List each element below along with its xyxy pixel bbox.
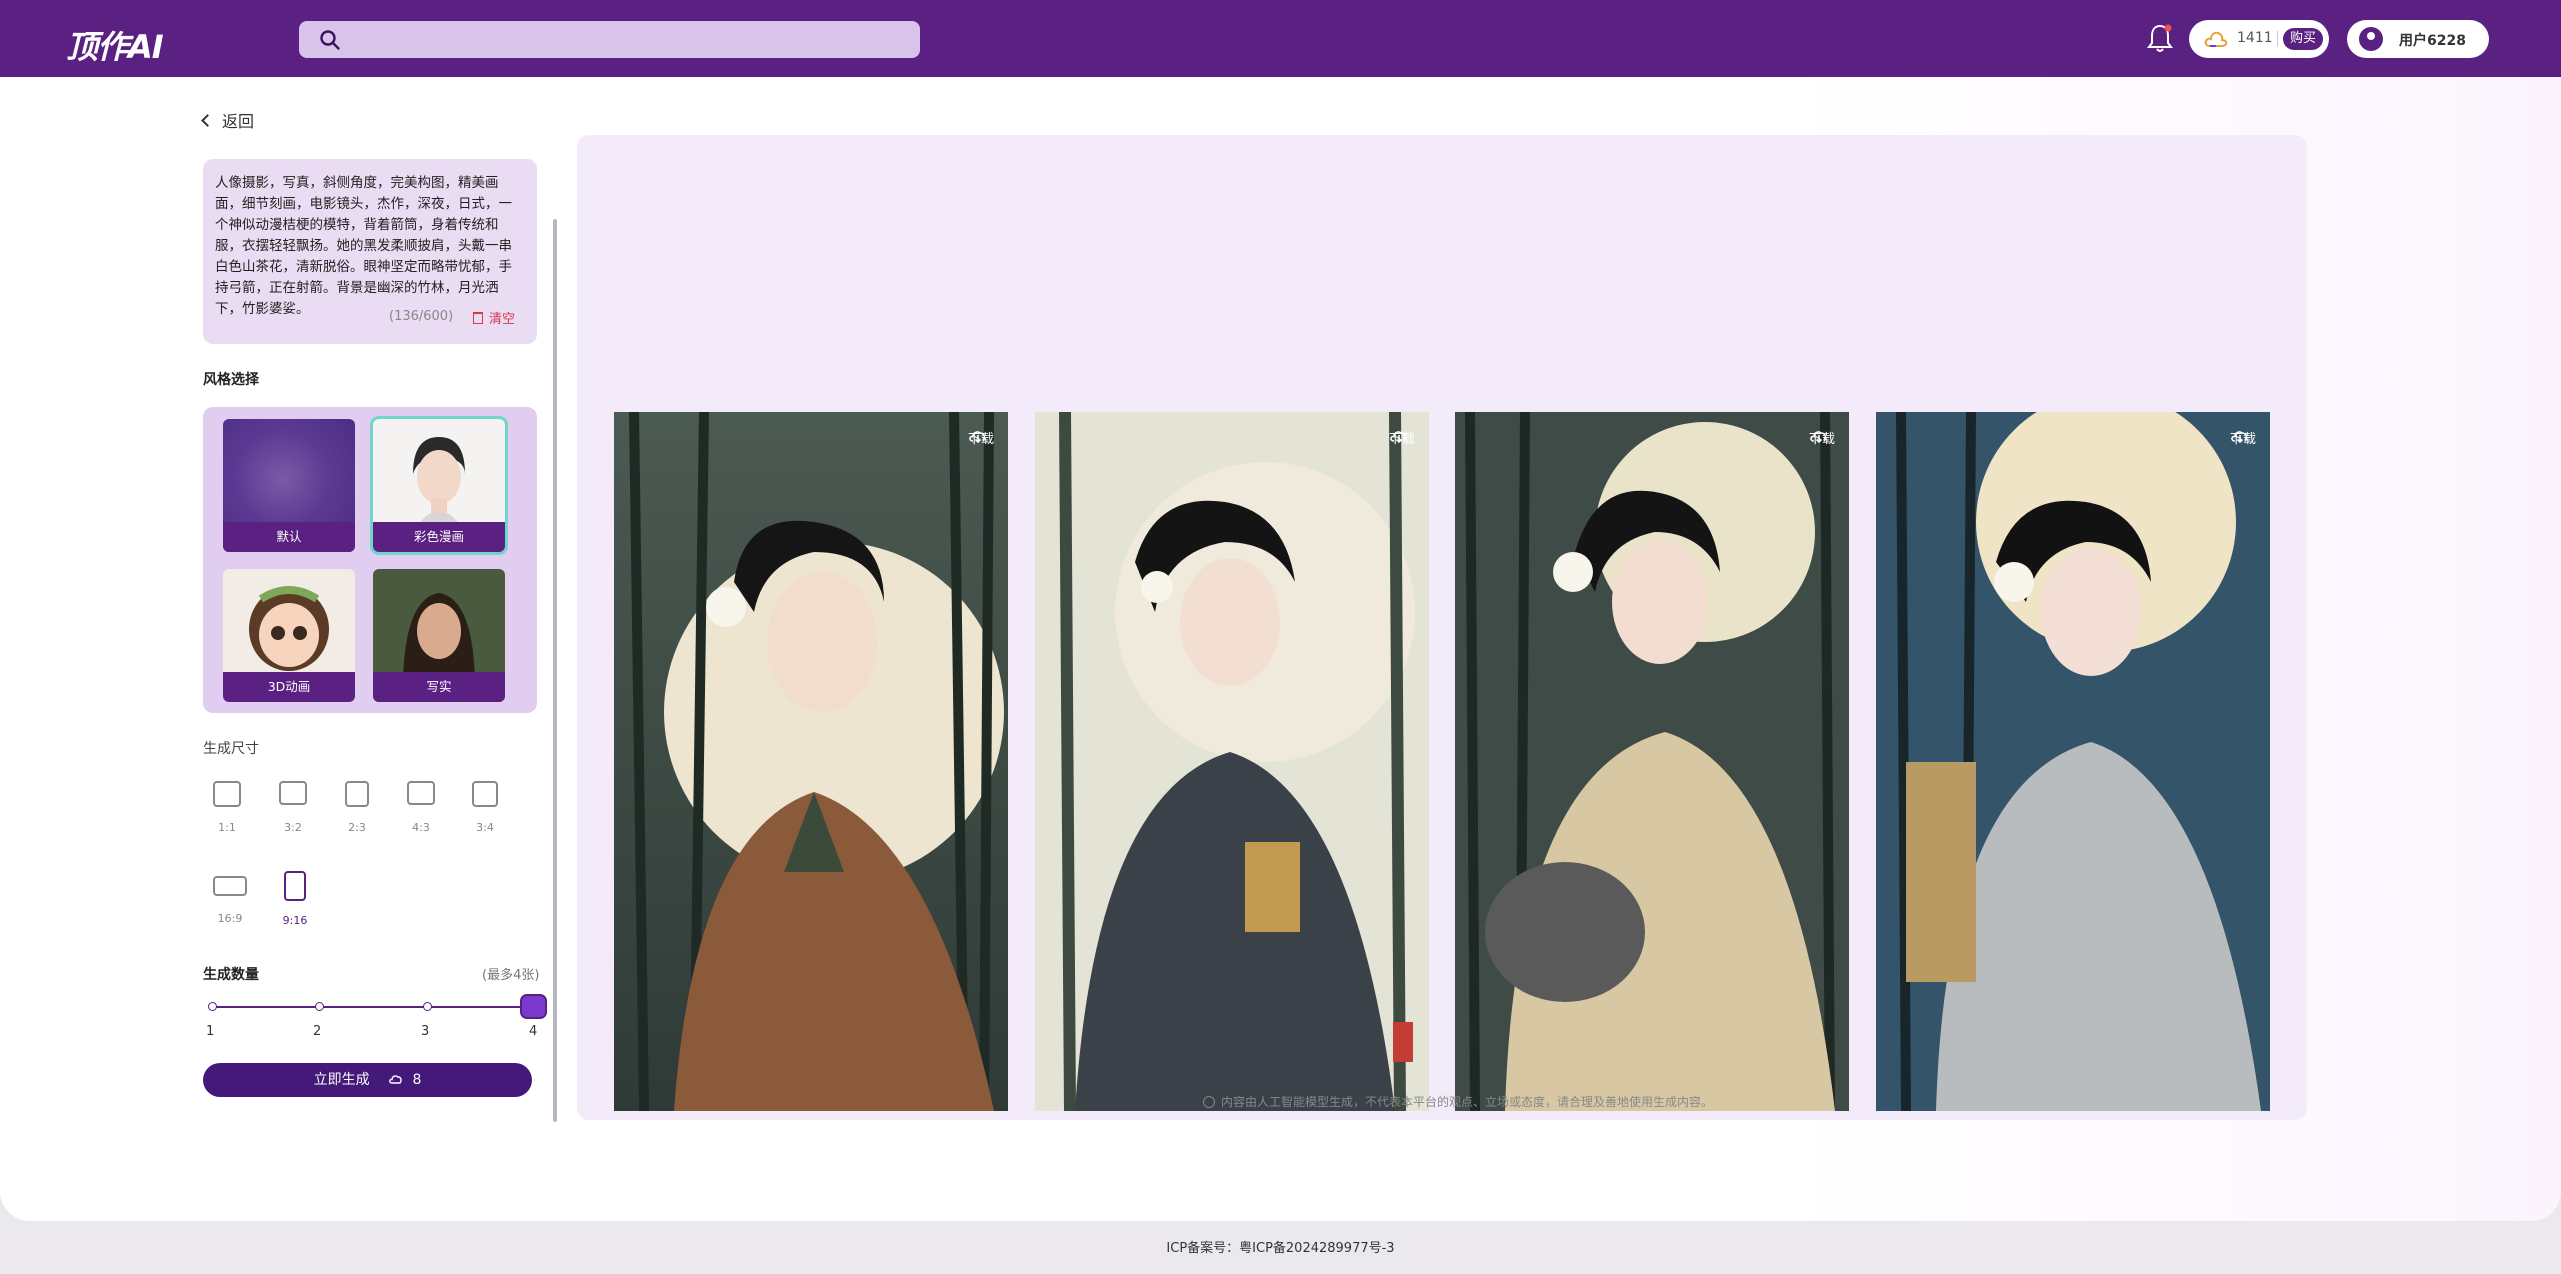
disclaimer-text: 内容由人工智能模型生成，不代表本平台的观点、立场或态度，请合理及善地使用生成内容… [1221, 1095, 1714, 1109]
cloud-download-icon [969, 431, 986, 444]
chevron-left-icon [201, 114, 214, 127]
cloud-download-icon [1390, 431, 1407, 444]
style-option-3d-animation[interactable]: 3D动画 [223, 569, 355, 702]
app-logo[interactable]: 顶作AI [66, 22, 164, 66]
generated-image-2 [1035, 412, 1429, 1111]
quantity-section-title: 生成数量 [203, 967, 259, 983]
cloud-download-icon [1810, 431, 1827, 444]
style-option-color-comic[interactable]: 彩色漫画 [370, 416, 508, 555]
credits-count: 1411 [2237, 30, 2273, 46]
size-shape [407, 781, 435, 805]
size-label: 3:2 [284, 821, 302, 834]
quantity-slider-track[interactable] [213, 1006, 533, 1008]
prompt-textarea[interactable]: 人像摄影，写真，斜侧角度，完美构图，精美画面，细节刻画，电影镜头，杰作，深夜，日… [203, 159, 537, 344]
generate-button[interactable]: 立即生成 8 [203, 1063, 532, 1097]
cloud-credits-icon [2204, 31, 2228, 47]
generate-cost: 8 [412, 1072, 422, 1088]
download-button[interactable]: 下载 [968, 428, 994, 447]
generated-image-4 [1876, 412, 2270, 1111]
size-label: 9:16 [282, 914, 308, 927]
footer-icp[interactable]: ICP备案号：粤ICP备2024289977号-3 [0, 1237, 2561, 1256]
cloud-download-icon [2231, 431, 2248, 444]
search-icon [320, 30, 340, 50]
generate-label: 立即生成 [313, 1072, 370, 1088]
download-button[interactable]: 下载 [2230, 428, 2256, 447]
download-button[interactable]: 下载 [1389, 428, 1415, 447]
quantity-slider-thumb[interactable] [520, 994, 547, 1019]
style-option-realistic[interactable]: 写实 [373, 569, 505, 702]
info-icon [1203, 1096, 1215, 1108]
ai-disclaimer: 内容由人工智能模型生成，不代表本平台的观点、立场或态度，请合理及善地使用生成内容… [1203, 1093, 1713, 1110]
style-option-default[interactable]: 默认 [223, 419, 355, 552]
credits-divider [2277, 31, 2278, 47]
slider-dot-2[interactable] [315, 1002, 324, 1011]
generated-image-1 [614, 412, 1008, 1111]
clear-prompt-button[interactable]: 清空 [473, 308, 515, 327]
buy-button[interactable]: 购买 [2283, 28, 2323, 50]
size-shape [213, 876, 247, 896]
back-button[interactable]: 返回 [201, 108, 255, 132]
prompt-char-count: (136/600) [389, 309, 454, 324]
size-label: 3:4 [476, 821, 494, 834]
result-image-3[interactable]: 下载 [1455, 412, 1849, 1111]
avatar-icon [2359, 27, 2383, 51]
notification-bell-icon[interactable] [2146, 22, 2174, 54]
slider-tick-3: 3 [421, 1024, 430, 1039]
result-image-1[interactable]: 下载 [614, 412, 1008, 1111]
username: 用户6228 [2399, 33, 2466, 49]
cloud-cost-icon [389, 1075, 402, 1084]
size-shape [345, 781, 369, 807]
style-panel: 默认 彩色漫画 3D动画 写实 [203, 407, 537, 713]
size-label: 16:9 [217, 912, 243, 925]
prompt-text: 人像摄影，写真，斜侧角度，完美构图，精美画面，细节刻画，电影镜头，杰作，深夜，日… [215, 175, 512, 317]
result-image-4[interactable]: 下载 [1876, 412, 2270, 1111]
download-button[interactable]: 下载 [1809, 428, 1835, 447]
style-label: 写实 [373, 672, 505, 702]
user-menu[interactable]: 用户6228 [2347, 20, 2489, 58]
slider-dot-3[interactable] [423, 1002, 432, 1011]
left-panel-scrollbar[interactable] [553, 219, 557, 1122]
style-label: 默认 [223, 522, 355, 552]
generated-image-3 [1455, 412, 1849, 1111]
slider-tick-4: 4 [529, 1024, 538, 1039]
size-label: 2:3 [348, 821, 366, 834]
result-image-2[interactable]: 下载 [1035, 412, 1429, 1111]
result-gallery: 下载 下载 下载 下载 [577, 135, 2307, 1120]
size-shape [279, 781, 307, 805]
clear-label: 清空 [489, 312, 516, 327]
size-shape [284, 871, 306, 901]
style-label: 3D动画 [223, 672, 355, 702]
size-shape [213, 781, 241, 807]
top-bar: 顶作AI 1411 购买 用户6228 [0, 0, 2561, 77]
quantity-hint: (最多4张) [482, 968, 540, 983]
style-label: 彩色漫画 [373, 522, 505, 552]
slider-tick-1: 1 [206, 1024, 215, 1039]
size-section-title: 生成尺寸 [203, 741, 259, 757]
back-label: 返回 [222, 112, 255, 131]
size-label: 1:1 [218, 821, 236, 834]
trash-icon [473, 312, 483, 324]
slider-tick-2: 2 [313, 1024, 322, 1039]
search-input[interactable] [299, 21, 920, 58]
size-label: 4:3 [412, 821, 430, 834]
credits-badge: 1411 购买 [2189, 20, 2329, 58]
style-section-title: 风格选择 [203, 372, 259, 388]
slider-dot-1[interactable] [208, 1002, 217, 1011]
size-shape [472, 781, 498, 807]
